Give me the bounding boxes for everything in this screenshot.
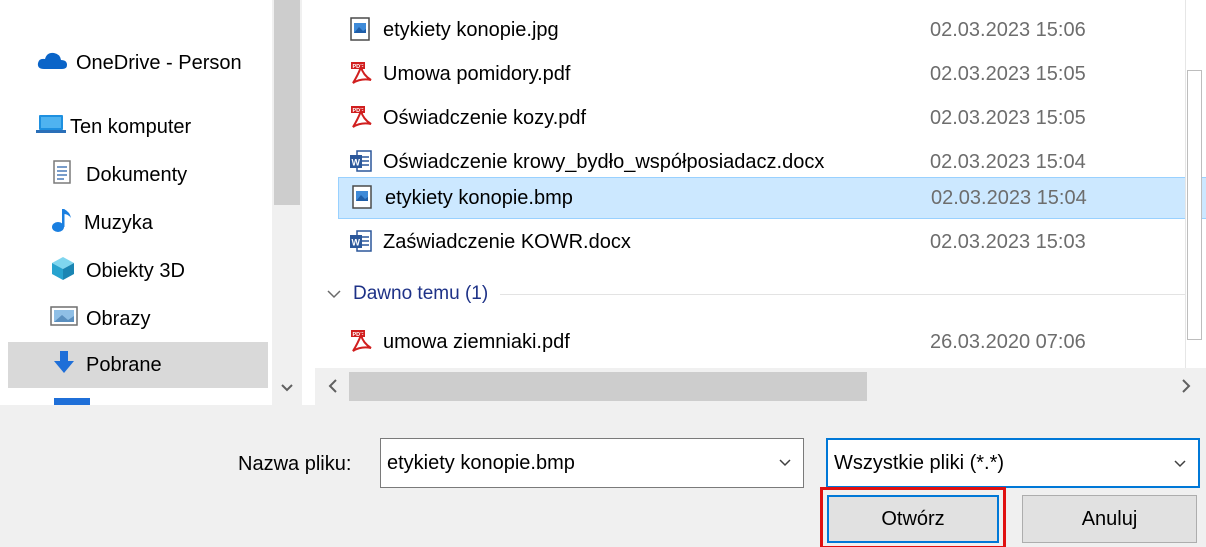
file-date: 02.03.2023 15:05 — [930, 62, 1086, 85]
nav-item-label: Pobrane — [86, 353, 162, 376]
file-list-horizontal-scrollbar[interactable] — [315, 368, 1206, 405]
pdf-file-icon: PDF — [349, 61, 373, 87]
file-name: etykiety konopie.bmp — [385, 186, 573, 209]
3d-objects-icon — [50, 255, 76, 287]
filename-combobox[interactable] — [380, 438, 804, 488]
file-name: umowa ziemniaki.pdf — [383, 330, 570, 353]
file-date: 02.03.2023 15:04 — [930, 150, 1086, 173]
group-title: Dawno temu (1) — [353, 283, 489, 304]
nav-item-this-pc[interactable]: Ten komputer — [36, 104, 296, 150]
nav-item-music[interactable]: Muzyka — [50, 200, 302, 246]
navigation-pane: OneDrive - Person Ten komputer Dokumenty — [0, 0, 302, 405]
vertical-scrollbar-thumb[interactable] — [1187, 70, 1202, 340]
chevron-down-icon[interactable] — [272, 375, 302, 401]
svg-text:W: W — [352, 158, 361, 168]
chevron-down-icon[interactable] — [1168, 452, 1192, 476]
file-name: Oświadczenie kozy.pdf — [383, 106, 587, 129]
nav-item-3d-objects[interactable]: Obiekty 3D — [50, 248, 302, 294]
file-name: Oświadczenie krowy_bydło_współposiadacz.… — [383, 150, 825, 173]
nav-item-label: OneDrive - Person — [76, 51, 242, 74]
chevron-right-icon[interactable] — [1174, 374, 1198, 398]
image-file-icon — [349, 17, 373, 43]
pdf-file-icon: PDF — [349, 105, 373, 131]
file-row[interactable]: PDF Oświadczenie kozy.pdf 02.03.2023 15:… — [337, 96, 1187, 140]
file-list: etykiety konopie.jpg 02.03.2023 15:06 PD… — [315, 0, 1206, 405]
image-file-icon — [351, 185, 375, 211]
nav-item-onedrive[interactable]: OneDrive - Person — [36, 40, 296, 86]
file-row-selected[interactable]: etykiety konopie.bmp 02.03.2023 15:04 — [338, 177, 1206, 219]
dialog-footer: Nazwa pliku: Wszystkie pliki (*.*) Otwór… — [0, 405, 1206, 547]
file-date: 02.03.2023 15:03 — [930, 230, 1086, 253]
filename-input[interactable] — [387, 439, 757, 487]
file-row[interactable]: W Zaświadczenie KOWR.docx 02.03.2023 15:… — [337, 220, 1187, 264]
nav-item-label: Dokumenty — [86, 163, 188, 186]
nav-item-downloads[interactable]: Pobrane — [8, 342, 268, 388]
pdf-file-icon: PDF — [349, 329, 373, 355]
open-button[interactable]: Otwórz — [827, 495, 999, 543]
word-file-icon: W — [349, 229, 373, 255]
file-date: 02.03.2023 15:04 — [931, 186, 1087, 209]
filetype-value: Wszystkie pliki (*.*) — [834, 452, 1005, 474]
file-date: 02.03.2023 15:06 — [930, 18, 1086, 41]
computer-icon — [36, 111, 66, 143]
filetype-select[interactable]: Wszystkie pliki (*.*) — [826, 438, 1200, 488]
documents-icon — [50, 159, 74, 191]
group-header-older[interactable]: Dawno temu (1) — [325, 278, 1190, 310]
horizontal-scrollbar-thumb[interactable] — [349, 372, 867, 401]
nav-item-label: Muzyka — [84, 211, 153, 234]
nav-item-documents[interactable]: Dokumenty — [50, 152, 302, 198]
downloads-icon — [52, 349, 76, 381]
file-name: Zaświadczenie KOWR.docx — [383, 230, 631, 253]
nav-scrollbar[interactable] — [272, 0, 302, 405]
music-icon — [50, 207, 74, 239]
file-row[interactable]: PDF umowa ziemniaki.pdf 26.03.2020 07:06 — [337, 320, 1187, 364]
word-file-icon: W — [349, 149, 373, 175]
file-list-vertical-scrollbar[interactable] — [1185, 0, 1202, 368]
chevron-down-icon[interactable] — [773, 451, 797, 475]
nav-item-pictures[interactable]: Obrazy — [50, 296, 302, 342]
file-name: Umowa pomidory.pdf — [383, 62, 571, 85]
svg-text:W: W — [352, 238, 361, 248]
filename-label: Nazwa pliku: — [238, 453, 352, 475]
nav-item-label: Obrazy — [86, 307, 151, 330]
nav-item-label: Ten komputer — [70, 115, 192, 138]
chevron-down-icon[interactable] — [325, 285, 343, 303]
file-name: etykiety konopie.jpg — [383, 18, 559, 41]
pictures-icon — [50, 305, 78, 333]
onedrive-cloud-icon — [36, 49, 68, 77]
file-date: 02.03.2023 15:05 — [930, 106, 1086, 129]
file-row[interactable]: PDF Umowa pomidory.pdf 02.03.2023 15:05 — [337, 52, 1187, 96]
cancel-button[interactable]: Anuluj — [1022, 495, 1197, 543]
nav-item-label: Obiekty 3D — [86, 259, 185, 282]
group-divider — [500, 293, 1190, 295]
file-date: 26.03.2020 07:06 — [930, 330, 1086, 353]
file-row[interactable]: etykiety konopie.jpg 02.03.2023 15:06 — [337, 8, 1187, 52]
nav-scrollbar-thumb[interactable] — [274, 0, 300, 205]
chevron-left-icon[interactable] — [321, 374, 345, 398]
nav-next-item-icon — [54, 398, 90, 405]
